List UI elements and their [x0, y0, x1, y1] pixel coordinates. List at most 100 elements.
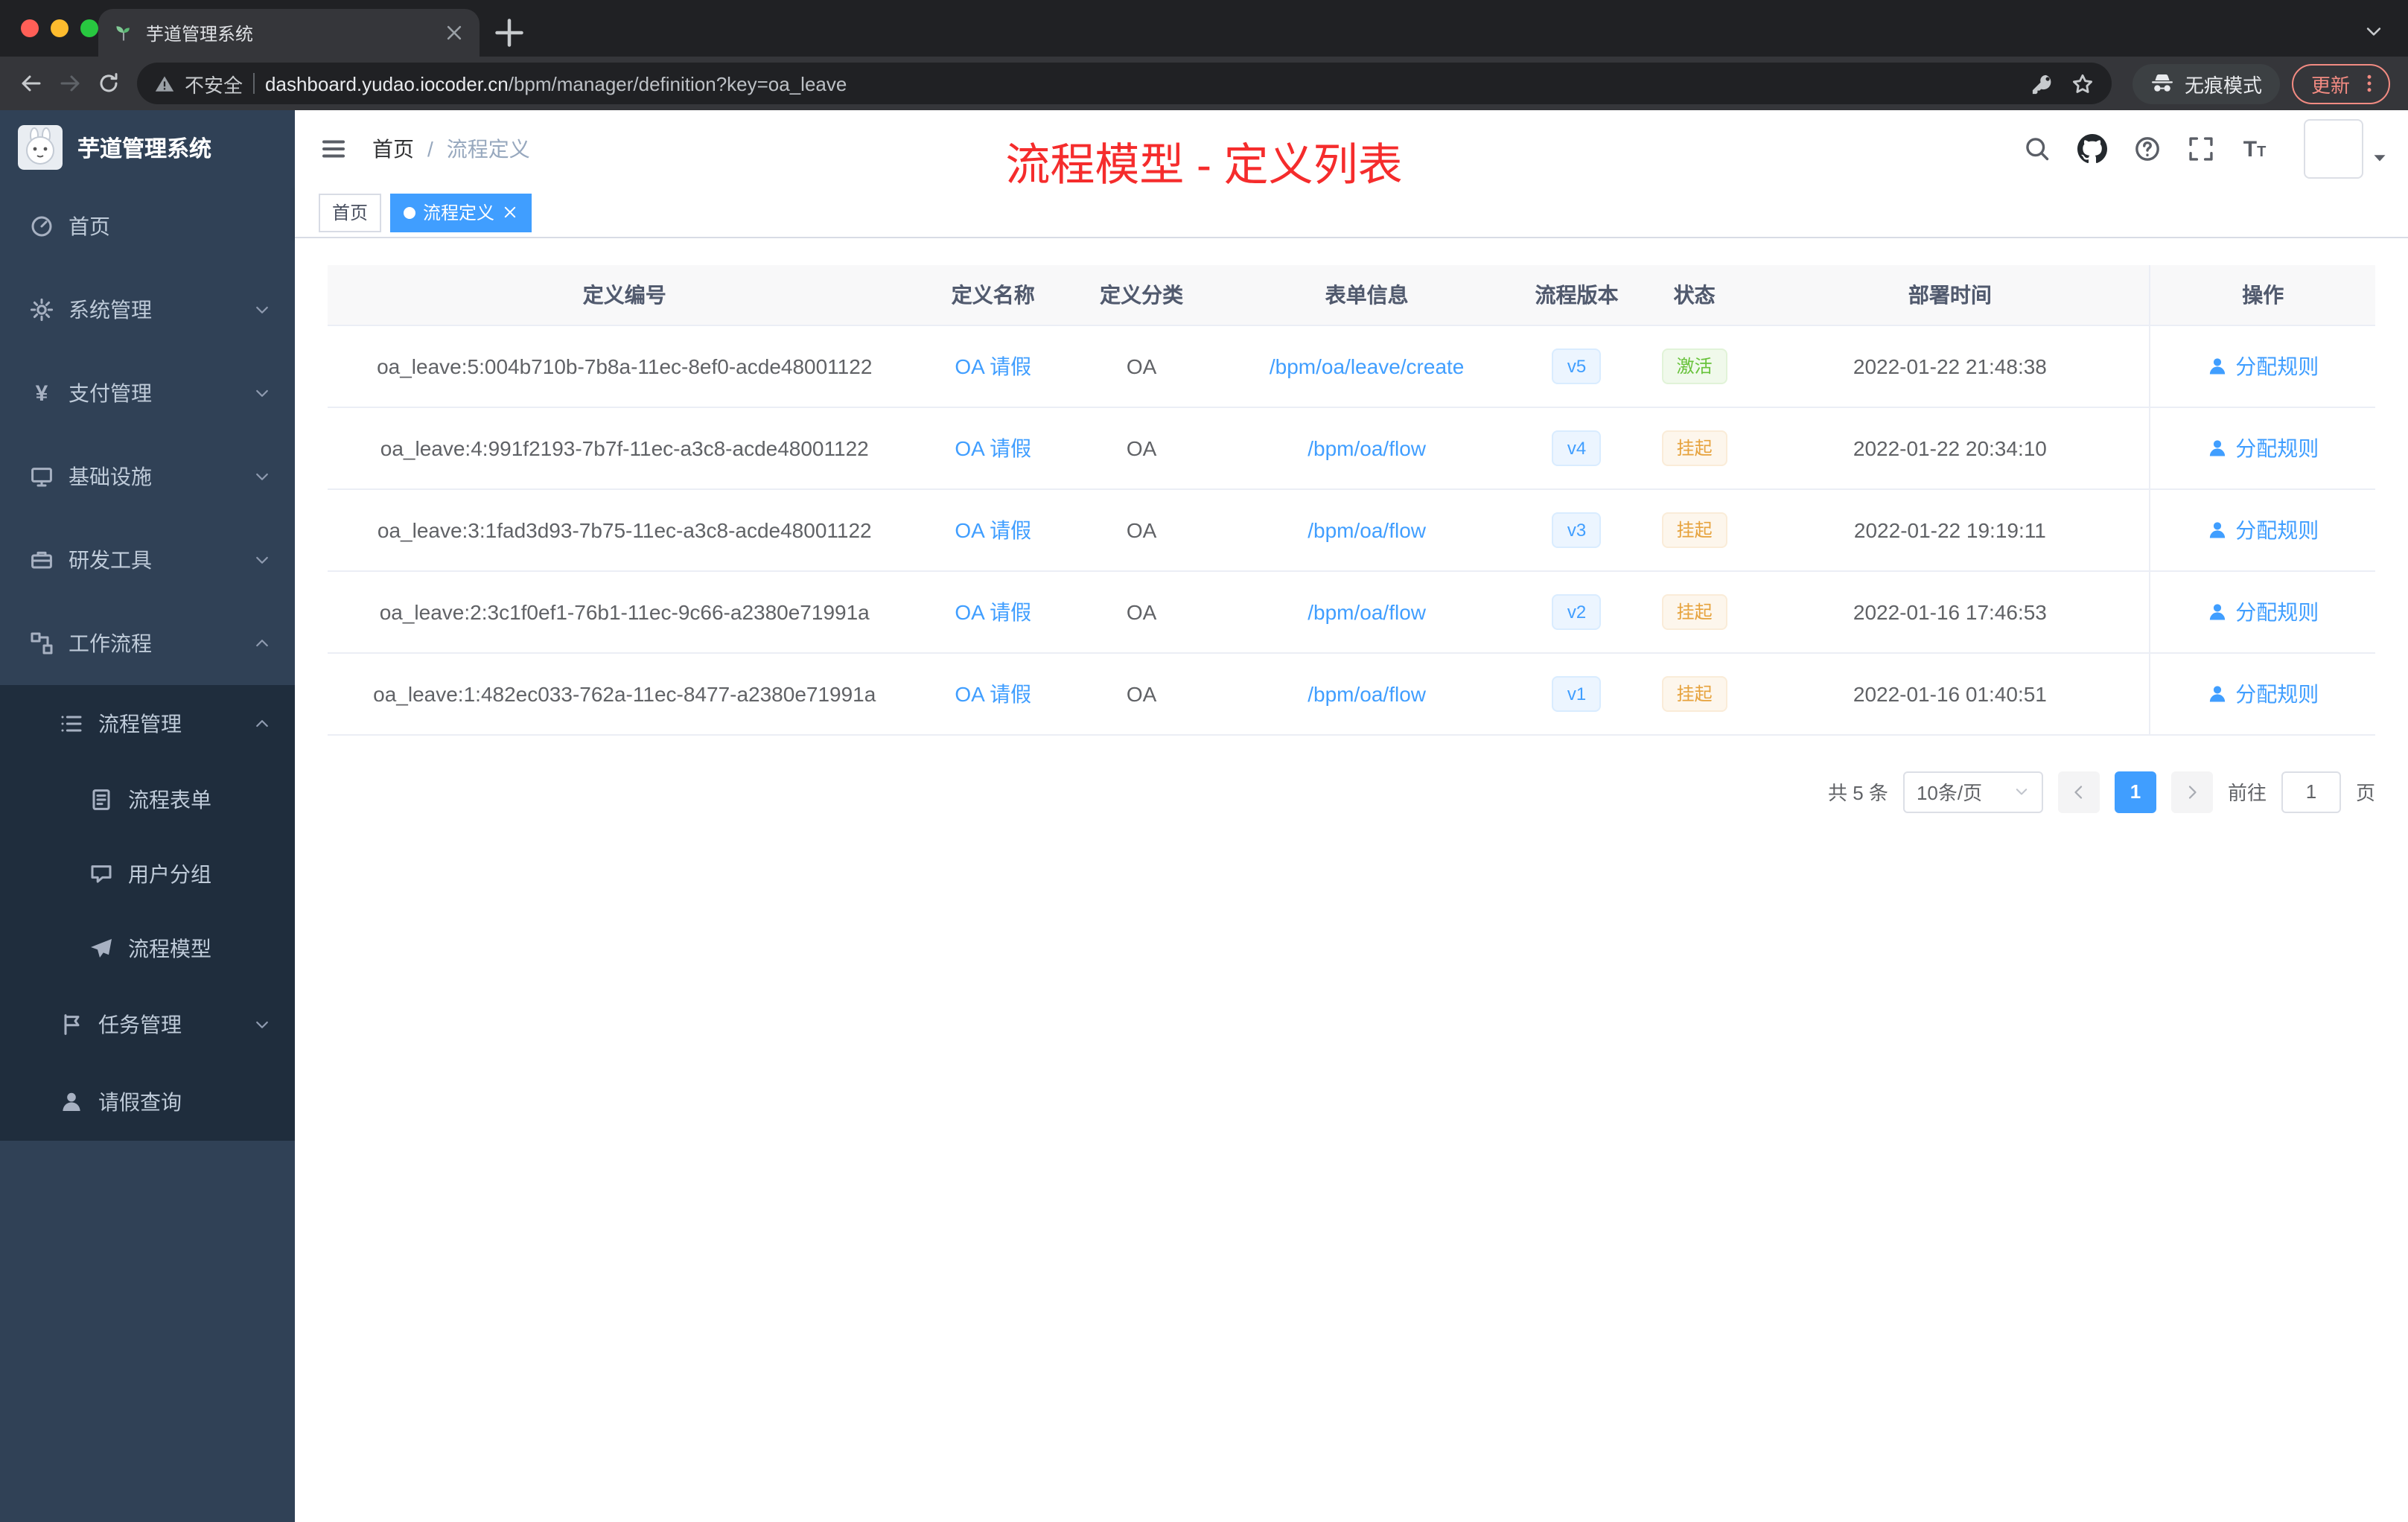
sidebar-item-label: 支付管理 — [69, 381, 152, 405]
status-badge: 挂起 — [1661, 430, 1727, 465]
sidebar-toggle-icon[interactable] — [319, 134, 348, 164]
cell-form: /bpm/oa/flow — [1218, 407, 1515, 489]
cell-category: OA — [1065, 325, 1219, 407]
close-window-button[interactable] — [21, 19, 39, 37]
sidebar-item-dev-tools[interactable]: 研发工具 — [0, 518, 295, 602]
form-link[interactable]: /bpm/oa/flow — [1307, 599, 1426, 623]
sidebar-item-label: 首页 — [69, 214, 110, 238]
sidebar-item-user-group[interactable]: 用户分组 — [0, 837, 295, 911]
definition-name-link[interactable]: OA 请假 — [955, 518, 1031, 541]
column-header-5: 状态 — [1638, 265, 1751, 325]
status-badge: 挂起 — [1661, 593, 1727, 629]
pagination: 共 5 条 10条/页 1 前往 页 — [328, 771, 2375, 812]
security-warning-icon[interactable] — [155, 74, 174, 93]
assign-rule-link[interactable]: 分配规则 — [2207, 515, 2319, 544]
chevron-down-icon — [253, 1016, 271, 1034]
definition-table: 定义编号 定义名称 定义分类 表单信息 流程版本 状态 部署时间 操作 oa_leave:5:… — [328, 265, 2375, 735]
password-key-icon[interactable] — [2031, 72, 2054, 95]
toolbox-icon — [30, 548, 54, 572]
sidebar-item-infrastructure[interactable]: 基础设施 — [0, 435, 295, 518]
user-icon — [2207, 355, 2228, 376]
table-body: oa_leave:5:004b710b-7b8a-11ec-8ef0-acde4… — [328, 325, 2375, 735]
sidebar-logo[interactable]: 芋道管理系统 — [0, 110, 295, 185]
form-link[interactable]: /bpm/oa/flow — [1307, 681, 1426, 705]
status-badge: 激活 — [1661, 348, 1727, 383]
sidebar-item-label: 基础设施 — [69, 465, 152, 488]
chevron-up-icon — [253, 634, 271, 652]
sidebar-item-label: 研发工具 — [69, 548, 152, 572]
new-tab-button[interactable] — [491, 15, 527, 51]
goto-label: 前往 — [2227, 782, 2267, 804]
back-icon[interactable] — [12, 64, 51, 103]
status-badge: 挂起 — [1661, 512, 1727, 547]
sidebar-item-process-management[interactable]: 流程管理 — [0, 685, 295, 762]
tag-process-definition[interactable]: 流程定义 — [390, 193, 532, 232]
search-icon[interactable] — [2024, 136, 2051, 162]
sidebar-item-payment-management[interactable]: ¥ 支付管理 — [0, 351, 295, 435]
tag-home[interactable]: 首页 — [319, 193, 382, 232]
browser-update-button[interactable]: 更新 — [2291, 63, 2390, 104]
assign-rule-link[interactable]: 分配规则 — [2207, 596, 2319, 626]
form-icon — [89, 788, 113, 812]
bookmark-star-icon[interactable] — [2071, 72, 2094, 95]
page-unit-label: 页 — [2355, 782, 2375, 804]
question-icon[interactable] — [2134, 136, 2161, 162]
sidebar-item-leave-query[interactable]: 请假查询 — [0, 1063, 295, 1141]
caret-down-icon[interactable] — [2371, 149, 2389, 167]
cell-version: v5 — [1515, 325, 1638, 407]
tab-search-icon[interactable] — [2363, 21, 2384, 42]
goto-page-input[interactable] — [2281, 771, 2341, 812]
chevron-down-icon — [253, 384, 271, 402]
breadcrumb-item-0[interactable]: 首页 — [372, 134, 414, 164]
forward-icon[interactable] — [51, 64, 89, 103]
cell-deploy-time: 2022-01-16 01:40:51 — [1751, 652, 2150, 735]
definition-name-link[interactable]: OA 请假 — [955, 354, 1031, 378]
pagination-total: 共 5 条 — [1828, 782, 1888, 804]
update-label: 更新 — [2310, 74, 2350, 96]
cell-form: /bpm/oa/leave/create — [1218, 325, 1515, 407]
avatar[interactable] — [2304, 119, 2363, 179]
tag-close-icon[interactable] — [502, 204, 518, 220]
sidebar-item-process-form[interactable]: 流程表单 — [0, 762, 295, 837]
browser-tab[interactable]: 芋道管理系统 — [98, 9, 480, 57]
avatar-dropdown[interactable] — [2304, 119, 2386, 179]
next-page-button[interactable] — [2170, 771, 2213, 812]
form-link[interactable]: /bpm/oa/flow — [1307, 518, 1426, 541]
user-icon — [2207, 519, 2228, 540]
form-link[interactable]: /bpm/oa/leave/create — [1270, 354, 1465, 378]
cell-definition-id: oa_leave:4:991f2193-7b7f-11ec-a3c8-acde4… — [328, 407, 922, 489]
sidebar-item-label: 流程表单 — [128, 788, 211, 812]
page-number-button[interactable]: 1 — [2114, 771, 2156, 812]
sidebar-item-workflow[interactable]: 工作流程 — [0, 602, 295, 685]
cell-definition-id: oa_leave:3:1fad3d93-7b75-11ec-a3c8-acde4… — [328, 488, 922, 571]
incognito-icon — [2150, 71, 2174, 95]
assign-rule-link[interactable]: 分配规则 — [2207, 678, 2319, 708]
page-size-select[interactable]: 10条/页 — [1902, 771, 2043, 812]
definition-name-link[interactable]: OA 请假 — [955, 599, 1031, 623]
sidebar-item-label: 请假查询 — [98, 1090, 182, 1114]
sidebar-item-task-management[interactable]: 任务管理 — [0, 986, 295, 1063]
reload-icon[interactable] — [89, 64, 128, 103]
incognito-label: 无痕模式 — [2184, 74, 2262, 96]
assign-rule-link[interactable]: 分配规则 — [2207, 433, 2319, 462]
github-icon[interactable] — [2077, 134, 2107, 164]
cell-definition-name: OA 请假 — [921, 488, 1065, 571]
form-link[interactable]: /bpm/oa/flow — [1307, 436, 1426, 459]
close-tab-icon[interactable] — [444, 22, 465, 43]
address-bar[interactable]: 不安全 dashboard.yudao.iocoder.cn/bpm/manag… — [137, 63, 2112, 104]
browser-menu-icon[interactable] — [2359, 73, 2380, 94]
table-row: oa_leave:3:1fad3d93-7b75-11ec-a3c8-acde4… — [328, 488, 2375, 571]
sidebar-item-home[interactable]: 首页 — [0, 185, 295, 268]
definition-name-link[interactable]: OA 请假 — [955, 436, 1031, 459]
definition-name-link[interactable]: OA 请假 — [955, 681, 1031, 705]
zoom-window-button[interactable] — [80, 19, 98, 37]
fullscreen-icon[interactable] — [2188, 136, 2214, 162]
version-badge: v1 — [1552, 675, 1602, 711]
minimize-window-button[interactable] — [51, 19, 69, 37]
font-size-icon[interactable]: TT — [2241, 136, 2268, 162]
sidebar-item-process-model[interactable]: 流程模型 — [0, 911, 295, 986]
assign-rule-link[interactable]: 分配规则 — [2207, 351, 2319, 380]
sidebar-item-system-management[interactable]: 系统管理 — [0, 268, 295, 351]
prev-page-button[interactable] — [2057, 771, 2100, 812]
version-badge: v2 — [1552, 593, 1602, 629]
